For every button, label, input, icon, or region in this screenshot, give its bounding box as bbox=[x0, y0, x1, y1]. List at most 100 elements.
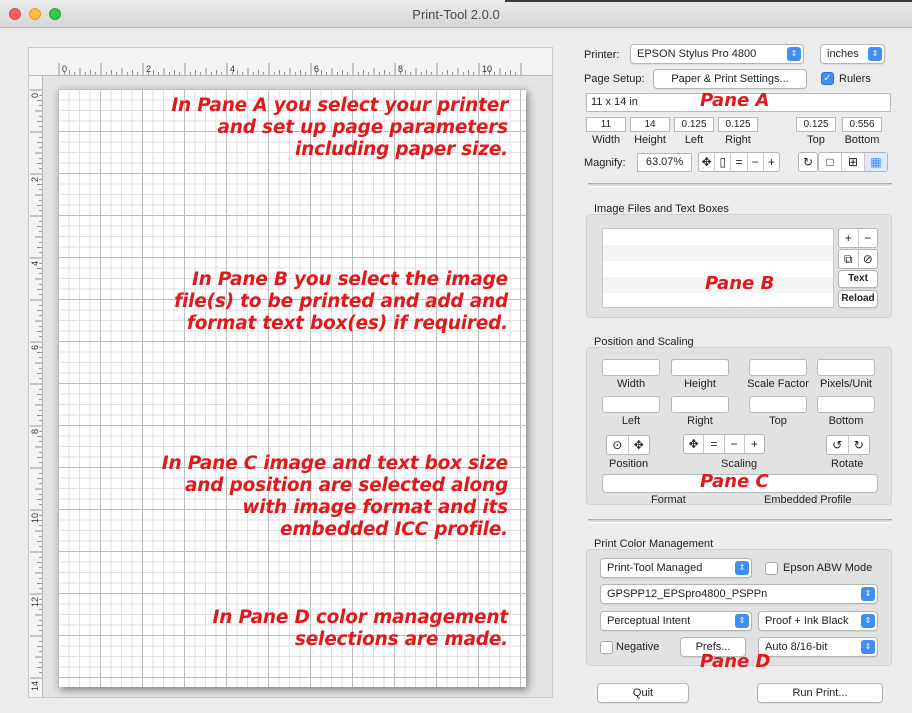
title-bar: Print-Tool 2.0.0 bbox=[0, 0, 912, 28]
dim-field-right[interactable]: 0.125 bbox=[718, 117, 758, 132]
move-icon[interactable]: ✥ bbox=[629, 436, 650, 454]
pos-field-width[interactable] bbox=[602, 359, 660, 376]
add-remove-segment[interactable]: + − bbox=[838, 228, 878, 248]
rotate-right-icon[interactable]: ↻ bbox=[849, 436, 870, 454]
fit-icon[interactable]: ✥ bbox=[684, 435, 705, 453]
annotation-pane-d: In Pane D color management selections ar… bbox=[212, 607, 509, 650]
dim-label-height: Height bbox=[634, 134, 666, 146]
rendering-intent-value: Perceptual Intent bbox=[607, 615, 691, 627]
pane-d-label: Pane D bbox=[700, 651, 771, 672]
pos-label-left: Left bbox=[621, 415, 641, 427]
pos-label-bottom: Bottom bbox=[828, 415, 864, 427]
move-icon[interactable]: ✥ bbox=[699, 153, 716, 171]
epson-abw-checkbox[interactable] bbox=[765, 562, 778, 575]
printer-select[interactable]: EPSON Stylus Pro 4800 ⇕ bbox=[630, 44, 804, 64]
epson-abw-label: Epson ABW Mode bbox=[783, 562, 873, 574]
negative-checkbox[interactable] bbox=[600, 641, 613, 654]
pane-c-label: Pane C bbox=[700, 471, 769, 492]
horizontal-ruler: 0 2 4 6 8 10 bbox=[29, 48, 552, 76]
pos-field-top[interactable] bbox=[749, 396, 807, 413]
center-icon[interactable]: ⊙ bbox=[607, 436, 629, 454]
dim-field-top[interactable]: 0.125 bbox=[796, 117, 836, 132]
ruler-label: 6 bbox=[314, 64, 319, 74]
chevron-updown-icon: ⇕ bbox=[787, 47, 801, 61]
text-button[interactable]: Text bbox=[838, 270, 878, 288]
printer-profile-select[interactable]: GPSPP12_EPSpro4800_PSPPn ⇕ bbox=[600, 584, 878, 604]
coarse-grid-icon[interactable]: ⊞ bbox=[842, 153, 865, 171]
duplicate-icon[interactable]: ⧉ bbox=[839, 250, 859, 268]
pos-field-height[interactable] bbox=[671, 359, 729, 376]
duplicate-clear-segment[interactable]: ⧉ ⊘ bbox=[838, 249, 878, 269]
magnify-label: Magnify: bbox=[584, 157, 626, 169]
plus-icon[interactable]: + bbox=[764, 153, 779, 171]
refresh-icon[interactable]: ↻ bbox=[798, 152, 818, 172]
ruler-label: 0 bbox=[62, 64, 67, 74]
annotation-pane-c: In Pane C image and text box size and po… bbox=[161, 453, 508, 540]
format-label: Format bbox=[651, 494, 686, 506]
pos-field-scale-factor[interactable] bbox=[749, 359, 807, 376]
equals-icon[interactable]: = bbox=[704, 435, 725, 453]
zoom-controls[interactable]: ✥ ▯ = − + bbox=[698, 152, 780, 172]
add-icon[interactable]: + bbox=[839, 229, 859, 247]
proof-select[interactable]: Proof + Ink Black ⇕ bbox=[758, 611, 878, 631]
reload-button[interactable]: Reload bbox=[838, 290, 878, 308]
minus-icon[interactable]: − bbox=[748, 153, 764, 171]
no-grid-icon[interactable]: □ bbox=[819, 153, 842, 171]
dim-label-width: Width bbox=[591, 134, 621, 146]
divider bbox=[588, 183, 892, 187]
quit-button[interactable]: Quit bbox=[597, 683, 689, 703]
pos-field-bottom[interactable] bbox=[817, 396, 875, 413]
position-label: Position bbox=[609, 458, 649, 470]
color-management-title: Print Color Management bbox=[594, 538, 714, 550]
dim-field-height[interactable]: 14 bbox=[630, 117, 670, 132]
grid-mode-segment[interactable]: □ ⊞ ▦ bbox=[818, 152, 888, 172]
ruler-label: 14 bbox=[30, 681, 40, 691]
plus-icon[interactable]: + bbox=[745, 435, 764, 453]
dim-label-left: Left bbox=[684, 134, 704, 146]
ruler-label: 10 bbox=[482, 64, 492, 74]
clear-icon[interactable]: ⊘ bbox=[859, 250, 878, 268]
proof-value: Proof + Ink Black bbox=[765, 615, 849, 627]
pos-label-right: Right bbox=[687, 415, 713, 427]
paper-print-settings-button[interactable]: Paper & Print Settings... bbox=[653, 69, 807, 89]
pos-field-pixels-unit[interactable] bbox=[817, 359, 875, 376]
remove-icon[interactable]: − bbox=[859, 229, 878, 247]
ruler-label: 10 bbox=[30, 513, 40, 523]
pos-label-pixels-unit: Pixels/Unit bbox=[820, 378, 872, 390]
color-mode-select[interactable]: Print-Tool Managed ⇕ bbox=[600, 558, 752, 578]
chevron-updown-icon: ⇕ bbox=[735, 561, 749, 575]
rulers-checkbox[interactable]: ✓ bbox=[821, 72, 834, 85]
units-select[interactable]: inches ⇕ bbox=[820, 44, 885, 64]
scaling-controls[interactable]: ✥ = − + bbox=[683, 434, 765, 454]
ruler-label: 8 bbox=[30, 429, 40, 434]
rotate-left-icon[interactable]: ↺ bbox=[827, 436, 849, 454]
dim-field-left[interactable]: 0.125 bbox=[674, 117, 714, 132]
pos-label-height: Height bbox=[684, 378, 716, 390]
bit-depth-select[interactable]: Auto 8/16-bit ⇕ bbox=[758, 637, 878, 657]
dim-field-bottom[interactable]: 0.556 bbox=[842, 117, 882, 132]
chevron-updown-icon: ⇕ bbox=[861, 587, 875, 601]
rulers-label: Rulers bbox=[839, 73, 871, 85]
page-icon[interactable]: ▯ bbox=[715, 153, 732, 171]
units-value: inches bbox=[827, 48, 859, 60]
pos-label-width: Width bbox=[616, 378, 646, 390]
pane-b-label: Pane B bbox=[705, 273, 775, 294]
magnify-field[interactable]: 63.07% bbox=[637, 153, 692, 172]
pos-field-right[interactable] bbox=[671, 396, 729, 413]
page-setup-label: Page Setup: bbox=[584, 73, 645, 85]
image-file-list[interactable] bbox=[602, 228, 834, 308]
position-controls[interactable]: ⊙ ✥ bbox=[606, 435, 650, 455]
minus-icon[interactable]: − bbox=[725, 435, 745, 453]
pos-field-left[interactable] bbox=[602, 396, 660, 413]
rotate-controls[interactable]: ↺ ↻ bbox=[826, 435, 870, 455]
dim-field-width[interactable]: 11 bbox=[586, 117, 626, 132]
chevron-updown-icon: ⇕ bbox=[868, 47, 882, 61]
fine-grid-icon[interactable]: ▦ bbox=[865, 153, 887, 171]
paper-preview[interactable]: In Pane A you select your printer and se… bbox=[58, 89, 526, 687]
equals-icon[interactable]: = bbox=[731, 153, 748, 171]
chevron-updown-icon: ⇕ bbox=[735, 614, 749, 628]
ruler-label: 0 bbox=[30, 93, 40, 98]
rendering-intent-select[interactable]: Perceptual Intent ⇕ bbox=[600, 611, 752, 631]
ruler-label: 4 bbox=[230, 64, 235, 74]
run-print-button[interactable]: Run Print... bbox=[757, 683, 883, 703]
